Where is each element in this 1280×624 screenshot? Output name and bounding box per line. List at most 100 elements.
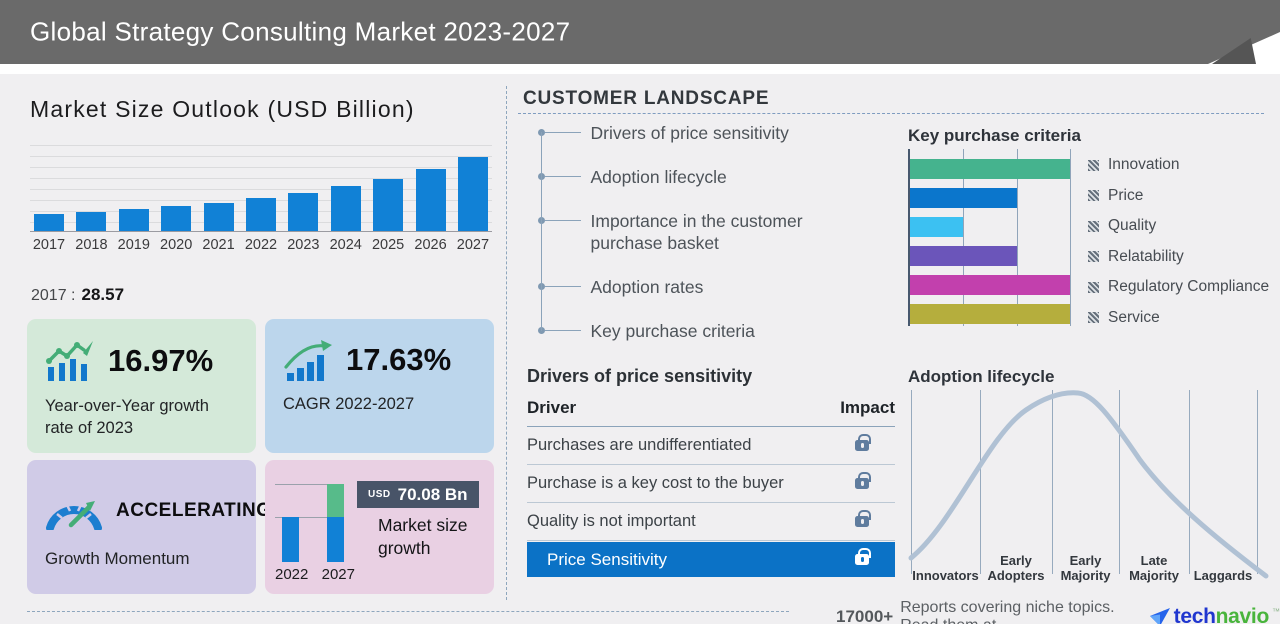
legend-item: Price: [1088, 186, 1269, 206]
bar-chart-trend-icon: [46, 341, 93, 381]
criteria-bar: [910, 275, 1070, 295]
market-size-bar: [288, 192, 319, 231]
driver-label: Purchase is a key cost to the buyer: [527, 474, 784, 492]
connector-line: [544, 132, 581, 133]
bullet-dot: [537, 326, 545, 334]
kpc-legend: Innovation Price Quality Relatability Regula…: [1088, 155, 1269, 328]
axis-tick-label: 2022: [244, 237, 278, 253]
market-size-bar: [457, 157, 488, 231]
list-item: Adoption rates: [537, 276, 871, 299]
drivers-table: Driver Impact Purchases are undifferenti…: [527, 398, 895, 577]
growth-year-start: 2022: [275, 566, 309, 583]
bar-column: [202, 202, 236, 231]
growth-mini-chart: [275, 484, 355, 562]
legend-label: Innovation: [1108, 156, 1180, 173]
yoy-growth-value: 16.97%: [108, 343, 214, 378]
footer: 17000+ Reports covering niche topics. Re…: [836, 599, 1280, 624]
market-years: 2017 2018 2019 2020 2021 2022 2023 2024 2025 2026…: [30, 237, 492, 253]
list-item-label: Key purchase criteria: [590, 320, 755, 341]
table-row: Purchases are undifferentiated: [527, 427, 895, 465]
legend-item: Regulatory Compliance: [1088, 277, 1269, 297]
lock-icon: [855, 510, 871, 527]
key-purchase-heading: Key purchase criteria: [908, 126, 1081, 145]
market-size-bar: [161, 206, 192, 231]
bar-column: [159, 206, 193, 231]
legend-label: Price: [1108, 186, 1144, 204]
base-year-value: 28.57: [81, 285, 125, 304]
growth-label: Market size growth: [378, 515, 468, 558]
connector-line: [544, 286, 581, 287]
market-size-bar: [34, 214, 64, 231]
cagr-value: 17.63%: [346, 342, 452, 377]
customer-landscape-heading: CUSTOMER LANDSCAPE: [523, 88, 770, 109]
criteria-bar: [910, 304, 1070, 324]
yoy-growth-label: Year-over-Year growth rate of 2023: [45, 397, 209, 437]
market-size-chart: 2017 2018 2019 2020 2021 2022 2023 2024 2025 2026…: [30, 145, 492, 253]
growth-value-badge: USD 70.08 Bn: [357, 481, 479, 508]
footer-divider: [27, 611, 789, 612]
legend-label: Regulatory Compliance: [1108, 278, 1270, 295]
reports-count: 17000+: [836, 607, 894, 624]
market-size-bar: [245, 198, 276, 231]
header-banner: Global Strategy Consulting Market 2023-2…: [0, 0, 1280, 64]
bar-column: [244, 198, 278, 231]
price-sensitivity-row: Price Sensitivity: [527, 542, 895, 577]
criteria-bar: [910, 188, 1017, 208]
legend-item: Quality: [1088, 216, 1269, 236]
key-purchase-chart: [908, 149, 1071, 326]
lifecycle-stage-label: Laggards: [1193, 568, 1253, 584]
technavio-logo[interactable]: tech navio ™: [1149, 605, 1280, 624]
technavio-arrow-icon: [1149, 608, 1170, 624]
legend-hatch-icon: [1088, 281, 1099, 293]
market-bars: [30, 145, 492, 231]
base-year-annotation: 2017 : 28.57: [31, 285, 124, 305]
legend-hatch-icon: [1088, 312, 1099, 323]
axis-tick-label: 2025: [371, 237, 405, 253]
legend-item: Innovation: [1088, 155, 1269, 175]
criteria-bar: [910, 246, 1017, 266]
cagr-card: 17.63% CAGR 2022-2027: [265, 319, 494, 453]
cagr-label: CAGR 2022-2027: [283, 395, 415, 413]
driver-label: Purchases are undifferentiated: [527, 436, 752, 454]
legend-hatch-icon: [1088, 251, 1099, 262]
adoption-lifecycle-heading: Adoption lifecycle: [908, 367, 1055, 386]
growth-arrow-icon: [284, 340, 332, 381]
drivers-rows: Purchases are undifferentiated Purchase i…: [527, 427, 895, 541]
axis-tick-label: 2017: [32, 237, 66, 253]
gridline: [1070, 149, 1071, 326]
momentum-value: ACCELERATING: [116, 500, 272, 521]
driver-column-header: Driver: [527, 398, 577, 417]
bar-column: [32, 214, 66, 231]
criteria-bar: [910, 217, 963, 237]
list-item-label: Adoption lifecycle: [590, 166, 727, 187]
bar-column: [414, 169, 448, 231]
lock-icon: [855, 472, 871, 489]
legend-label: Quality: [1108, 217, 1157, 234]
legend-item: Relatability: [1088, 247, 1269, 267]
price-sensitivity-label: Price Sensitivity: [547, 549, 667, 569]
bullet-dot: [537, 283, 545, 290]
base-year-label: 2017 :: [31, 287, 76, 304]
kpc-bars: [910, 159, 1070, 324]
list-item: Drivers of price sensitivity: [537, 122, 871, 145]
yoy-growth-card: 16.97% Year-over-Year growth rate of 202…: [27, 319, 256, 453]
axis-tick-label: 2019: [117, 237, 150, 253]
logo-tech-text: tech: [1173, 605, 1216, 624]
list-item: Key purchase criteria: [537, 320, 871, 343]
bullet-dot: [537, 129, 545, 136]
bar-column: [371, 178, 405, 231]
axis-tick-label: 2021: [202, 237, 235, 253]
market-size-title: Market Size Outlook (USD Billion): [30, 96, 415, 122]
list-item-label: Importance in the customer purchase bask…: [590, 210, 803, 254]
page-curl-fold: [1212, 38, 1256, 64]
market-size-bar: [76, 211, 107, 231]
legend-hatch-icon: [1088, 220, 1099, 232]
table-row: Quality is not important: [527, 503, 895, 541]
axis-tick-label: 2020: [160, 237, 193, 253]
market-size-bar: [118, 208, 149, 231]
driver-label: Quality is not important: [527, 512, 696, 530]
market-growth-card: 2022 2027 USD 70.08 Bn Market size growt…: [265, 460, 494, 594]
adoption-lifecycle-chart: Innovators Early Adopters Early Majority La…: [908, 388, 1270, 584]
lock-icon: [855, 548, 871, 565]
bar-column: [286, 192, 320, 231]
